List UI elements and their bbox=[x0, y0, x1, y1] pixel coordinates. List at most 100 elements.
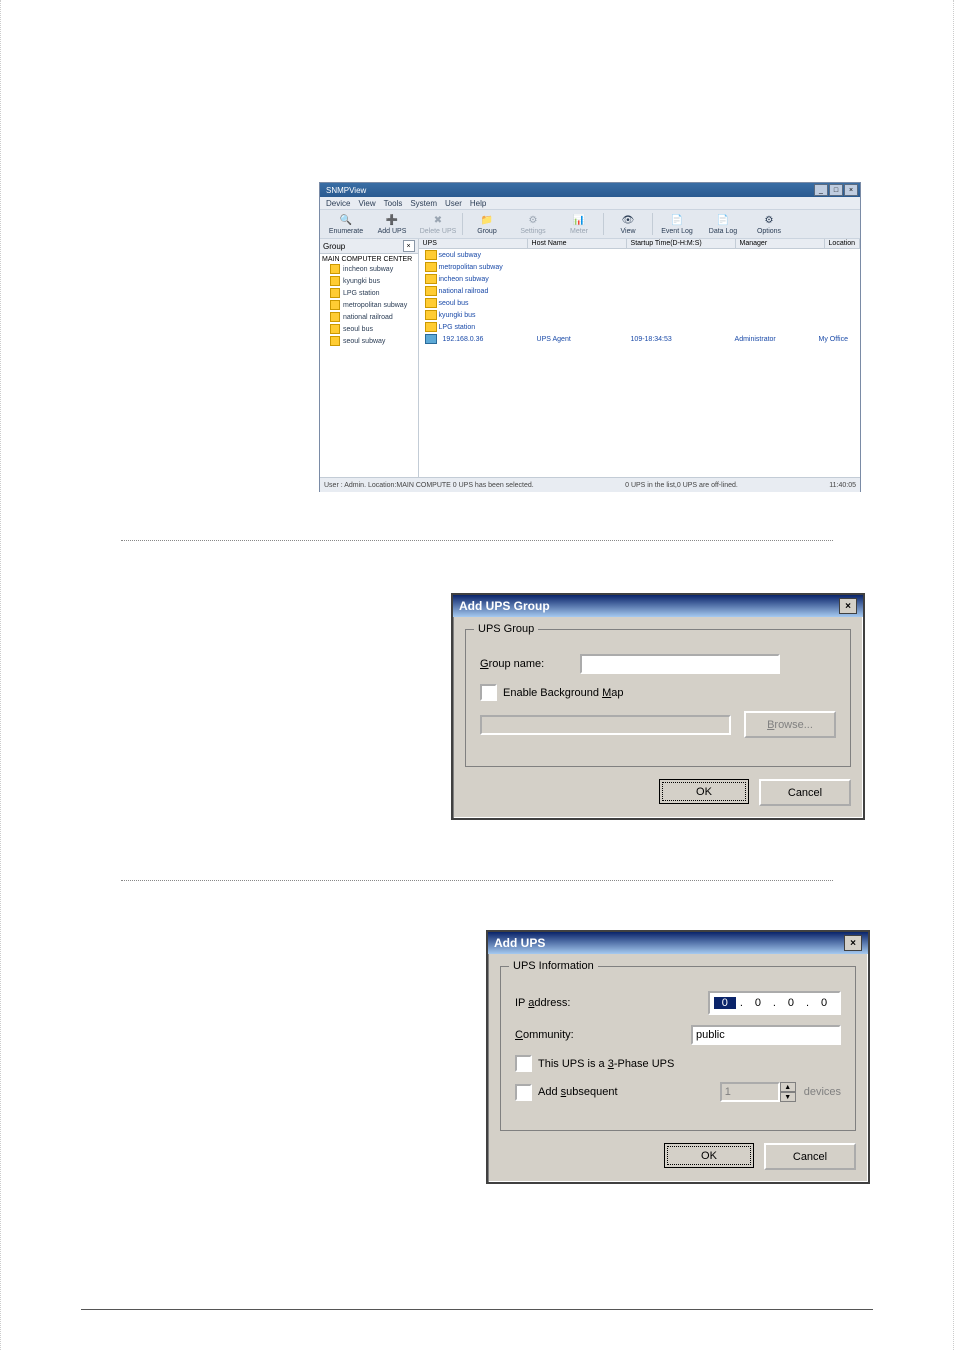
ups-row[interactable]: 192.168.0.36 UPS Agent 109-18:34:53 Admi… bbox=[419, 333, 860, 345]
tree-root[interactable]: MAIN COMPUTER CENTER bbox=[322, 256, 416, 263]
sidebar-close-icon[interactable]: × bbox=[403, 240, 415, 252]
group-name-input[interactable] bbox=[580, 654, 780, 674]
count-spinner: ▲▼ bbox=[780, 1082, 796, 1102]
cancel-button[interactable]: Cancel bbox=[759, 779, 851, 806]
ok-button[interactable]: OK bbox=[664, 1143, 754, 1168]
tb-enumerate[interactable]: 🔍Enumerate bbox=[324, 214, 368, 235]
footer-rule bbox=[81, 1309, 873, 1310]
folder-row[interactable]: LPG station bbox=[419, 321, 860, 333]
close-button[interactable]: × bbox=[844, 184, 858, 196]
separator bbox=[121, 540, 833, 541]
folder-row[interactable]: kyungki bus bbox=[419, 309, 860, 321]
community-input[interactable] bbox=[691, 1025, 841, 1045]
folder-icon bbox=[425, 274, 437, 284]
maximize-button[interactable]: □ bbox=[829, 184, 843, 196]
add-subsequent-checkbox[interactable] bbox=[515, 1084, 532, 1101]
menu-device[interactable]: Device bbox=[326, 199, 350, 208]
folder-row[interactable]: incheon subway bbox=[419, 273, 860, 285]
tb-view[interactable]: 👁View bbox=[606, 214, 650, 235]
menu-system[interactable]: System bbox=[410, 199, 437, 208]
col-location[interactable]: Location bbox=[825, 239, 860, 248]
separator bbox=[603, 213, 604, 235]
community-label: Community: bbox=[515, 1029, 615, 1041]
app-title: SNMPView bbox=[322, 186, 370, 195]
close-icon[interactable]: × bbox=[839, 598, 857, 614]
dialog-title: Add UPS Group bbox=[459, 599, 550, 613]
ip-address-input[interactable]: 0. 0. 0. 0 bbox=[708, 991, 841, 1015]
tb-addups[interactable]: ➕Add UPS bbox=[370, 214, 414, 235]
close-icon[interactable]: × bbox=[844, 935, 862, 951]
plus-icon: ➕ bbox=[385, 214, 399, 228]
col-host[interactable]: Host Name bbox=[528, 239, 627, 248]
search-icon: 🔍 bbox=[339, 214, 353, 228]
tree-item[interactable]: kyungki bus bbox=[322, 275, 416, 287]
menu-tools[interactable]: Tools bbox=[384, 199, 403, 208]
folder-row[interactable]: seoul subway bbox=[419, 249, 860, 261]
minimize-button[interactable]: _ bbox=[814, 184, 828, 196]
group-name-label: Group name: bbox=[480, 658, 580, 670]
group-tree: MAIN COMPUTER CENTER incheon subway kyun… bbox=[320, 254, 418, 349]
gear-icon: ⚙ bbox=[526, 214, 540, 228]
separator bbox=[462, 213, 463, 235]
tree-item[interactable]: national railroad bbox=[322, 311, 416, 323]
col-manager[interactable]: Manager bbox=[736, 239, 825, 248]
tb-eventlog[interactable]: 📄Event Log bbox=[655, 214, 699, 235]
col-ups[interactable]: UPS bbox=[419, 239, 528, 248]
menu-view[interactable]: View bbox=[358, 199, 375, 208]
folder-icon bbox=[330, 336, 340, 346]
browse-button: Browse... bbox=[744, 711, 836, 738]
tree-item[interactable]: LPG station bbox=[322, 287, 416, 299]
dialog-title-bar: Add UPS × bbox=[488, 932, 868, 954]
map-path-input bbox=[480, 715, 731, 735]
chevron-up-icon: ▲ bbox=[780, 1082, 796, 1092]
chevron-down-icon: ▼ bbox=[780, 1092, 796, 1102]
add-ups-dialog: Add UPS × UPS Information IP address: 0.… bbox=[486, 930, 870, 1184]
tree-item[interactable]: incheon subway bbox=[322, 263, 416, 275]
status-left: User : Admin. Location:MAIN COMPUTE 0 UP… bbox=[324, 482, 534, 489]
toolbar: 🔍Enumerate ➕Add UPS ✖Delete UPS 📁Group ⚙… bbox=[320, 209, 860, 239]
tree-item[interactable]: seoul subway bbox=[322, 335, 416, 347]
folder-icon bbox=[425, 310, 437, 320]
ok-button[interactable]: OK bbox=[659, 779, 749, 804]
tb-group[interactable]: 📁Group bbox=[465, 214, 509, 235]
cancel-button[interactable]: Cancel bbox=[764, 1143, 856, 1170]
col-start[interactable]: Startup Time(D-H:M:S) bbox=[627, 239, 736, 248]
three-phase-label: This UPS is a 3-Phase UPS bbox=[538, 1058, 674, 1070]
folder-row[interactable]: metropolitan subway bbox=[419, 261, 860, 273]
meter-icon: 📊 bbox=[572, 214, 586, 228]
folder-icon: 📁 bbox=[480, 214, 494, 228]
three-phase-checkbox[interactable] bbox=[515, 1055, 532, 1072]
tb-settings: ⚙Settings bbox=[511, 214, 555, 235]
status-mid: 0 UPS in the list,0 UPS are off-lined. bbox=[625, 482, 738, 489]
tb-datalog[interactable]: 📄Data Log bbox=[701, 214, 745, 235]
folder-icon bbox=[425, 286, 437, 296]
folder-icon bbox=[330, 312, 340, 322]
eye-icon: 👁 bbox=[621, 214, 635, 228]
tb-meter: 📊Meter bbox=[557, 214, 601, 235]
tree-item[interactable]: metropolitan subway bbox=[322, 299, 416, 311]
separator bbox=[652, 213, 653, 235]
menu-help[interactable]: Help bbox=[470, 199, 486, 208]
add-ups-group-dialog: Add UPS Group × UPS Group Group name: En… bbox=[451, 593, 865, 820]
folder-icon bbox=[425, 250, 437, 260]
ups-icon bbox=[425, 334, 437, 344]
ups-group-fieldset: UPS Group Group name: Enable Background … bbox=[465, 629, 851, 767]
status-bar: User : Admin. Location:MAIN COMPUTE 0 UP… bbox=[320, 477, 860, 492]
log-icon: 📄 bbox=[716, 214, 730, 228]
menu-bar: Device View Tools System User Help bbox=[320, 197, 860, 209]
folder-icon bbox=[425, 298, 437, 308]
tb-deleteups: ✖Delete UPS bbox=[416, 214, 460, 235]
group-sidebar: Group × MAIN COMPUTER CENTER incheon sub… bbox=[320, 239, 419, 477]
column-headers: UPS Host Name Startup Time(D-H:M:S) Mana… bbox=[419, 239, 860, 249]
folder-row[interactable]: national railroad bbox=[419, 285, 860, 297]
status-time: 11:40:05 bbox=[829, 482, 856, 489]
enable-map-checkbox[interactable] bbox=[480, 684, 497, 701]
main-app-window: SNMPView _ □ × Device View Tools System … bbox=[319, 182, 861, 492]
separator bbox=[121, 880, 833, 881]
tree-item[interactable]: seoul bus bbox=[322, 323, 416, 335]
dialog-title: Add UPS bbox=[494, 936, 545, 950]
tb-options[interactable]: ⚙Options bbox=[747, 214, 791, 235]
gear-icon: ⚙ bbox=[762, 214, 776, 228]
menu-user[interactable]: User bbox=[445, 199, 462, 208]
folder-row[interactable]: seoul bus bbox=[419, 297, 860, 309]
